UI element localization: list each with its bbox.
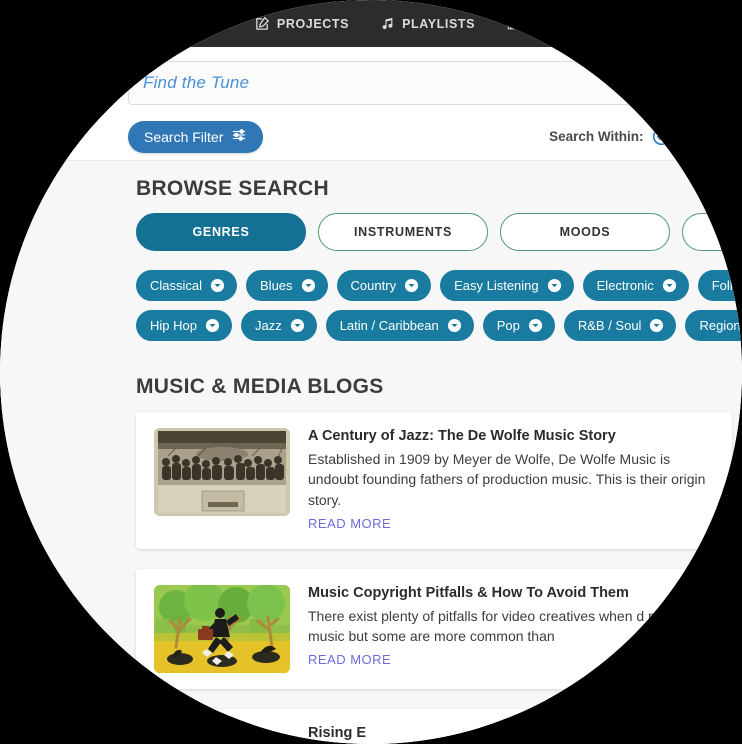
nav-label-playlists: PLAYLISTS <box>402 16 476 31</box>
nav-item-projects[interactable]: PROJECTS <box>239 16 365 31</box>
sliders-icon <box>231 128 247 145</box>
chevron-down-circle-icon <box>210 278 225 293</box>
genre-chip-label: Latin / Caribbean <box>339 318 439 333</box>
chevron-down-circle-icon <box>290 318 305 333</box>
genre-chip-electronic[interactable]: Electronic <box>582 270 689 301</box>
tab-moods[interactable]: MOODS <box>500 213 670 251</box>
search-within-label: Search Within: <box>549 129 644 144</box>
genre-chip-row: Hip Hop Jazz Latin / Caribbean Pop R&B /… <box>136 310 742 341</box>
chevron-down-circle-icon <box>404 278 419 293</box>
check-circle-icon[interactable] <box>652 127 671 146</box>
chevron-down-circle-icon <box>301 278 316 293</box>
genre-chip-regions[interactable]: Regions <box>685 310 742 341</box>
nav-item-playlists[interactable]: PLAYLISTS <box>365 16 491 31</box>
genre-chip-country[interactable]: Country <box>336 270 432 301</box>
nav-item-film[interactable]: FI <box>491 17 556 31</box>
film-strip-icon <box>507 17 521 31</box>
blog-body: Music Copyright Pitfalls & How To Avoid … <box>308 585 714 673</box>
genre-chip-label: Regions <box>699 318 742 333</box>
genre-chip-hip-hop[interactable]: Hip Hop <box>136 310 232 341</box>
tab-instruments[interactable]: INSTRUMENTS <box>318 213 488 251</box>
search-placeholder-text: Find the Tune <box>143 73 250 92</box>
read-more-link[interactable]: READ MORE <box>308 516 391 531</box>
genre-chip-rows: Classical Blues Country Easy Listening E… <box>136 270 742 341</box>
search-input[interactable]: Find the Tune <box>128 61 720 105</box>
search-filter-button[interactable]: Search Filter <box>128 120 264 153</box>
genre-chip-pop[interactable]: Pop <box>482 310 555 341</box>
genre-chip-latin-caribbean[interactable]: Latin / Caribbean <box>325 310 474 341</box>
genre-chip-label: Blues <box>260 278 293 293</box>
genre-chip-folk-world-traditional[interactable]: Folk / World / Traditional <box>697 270 742 301</box>
blog-title: A Century of Jazz: The De Wolfe Music St… <box>308 428 616 444</box>
blog-body: A Century of Jazz: The De Wolfe Music St… <box>308 428 714 533</box>
blog-title: Rising E <box>308 724 367 741</box>
genre-chip-easy-listening[interactable]: Easy Listening <box>440 270 574 301</box>
browse-search-heading: BROWSE SEARCH <box>136 177 329 200</box>
nav-label-film: FI <box>528 16 541 31</box>
genre-chip-label: Classical <box>150 278 203 293</box>
genre-chip-label: Electronic <box>596 278 654 293</box>
tab-genres[interactable]: GENRES <box>136 213 306 251</box>
blog-description: Established in 1909 by Meyer de Wolfe, D… <box>308 451 706 508</box>
chevron-down-circle-icon <box>649 318 664 333</box>
blog-thumbnail-placeholder <box>154 725 290 741</box>
blog-title: Music Copyright Pitfalls & How To Avoid … <box>308 584 629 601</box>
tab-instruments-label: INSTRUMENTS <box>354 225 452 239</box>
browse-tab-list: GENRES INSTRUMENTS MOODS PROD <box>136 213 742 251</box>
blog-card[interactable]: Rising E <box>136 708 732 744</box>
nav-label-projects: PROJECTS <box>276 16 350 31</box>
music-note-icon <box>381 16 395 31</box>
genre-chip-classical[interactable]: Classical <box>136 270 238 301</box>
tab-moods-label: MOODS <box>559 225 611 239</box>
genre-chip-rnb-soul[interactable]: R&B / Soul <box>563 310 677 341</box>
search-filter-label: Search Filter <box>144 128 224 145</box>
main-content: BROWSE SEARCH GENRES INSTRUMENTS MOODS P… <box>0 161 742 744</box>
nav-partial-left[interactable]: ⌃ <box>228 16 239 32</box>
genre-chip-label: Easy Listening <box>454 278 539 293</box>
circular-vignette-mask: ⌃ PROJECTS PLAYLISTS FI Find the Tune Se… <box>0 0 742 744</box>
tab-genres-label: GENRES <box>192 225 250 239</box>
chevron-down-circle-icon <box>662 278 677 293</box>
genre-chip-blues[interactable]: Blues <box>246 270 328 301</box>
music-media-blogs-heading: MUSIC & MEDIA BLOGS <box>136 375 384 398</box>
genre-chip-label: Country <box>350 278 397 293</box>
genre-chip-row: Classical Blues Country Easy Listening E… <box>136 270 742 301</box>
top-navbar: ⌃ PROJECTS PLAYLISTS FI <box>0 0 742 47</box>
search-bar-region: Find the Tune <box>0 47 742 105</box>
genre-chip-label: Hip Hop <box>150 318 197 333</box>
read-more-link[interactable]: READ MORE <box>308 652 391 667</box>
tab-production[interactable]: PROD <box>682 213 742 251</box>
blog-description: There exist plenty of pitfalls for video… <box>308 607 707 645</box>
genre-chip-label: R&B / Soul <box>577 318 642 333</box>
blog-body: Rising E <box>308 725 714 741</box>
genre-chip-label: Jazz <box>254 318 282 333</box>
chevron-down-circle-icon <box>447 318 462 333</box>
chevron-down-circle-icon <box>205 318 220 333</box>
genre-chip-jazz[interactable]: Jazz <box>240 310 317 341</box>
genre-chip-label: Pop <box>496 318 520 333</box>
page-root: ⌃ PROJECTS PLAYLISTS FI Find the Tune Se… <box>0 0 742 744</box>
filter-toolbar: Search Filter Search Within: Track tit <box>0 113 742 161</box>
chevron-down-circle-icon <box>528 318 543 333</box>
search-within-option-label[interactable]: Track tit <box>680 129 728 144</box>
genre-chip-label: Folk / World / Traditional <box>711 278 742 293</box>
chevron-down-circle-icon <box>547 278 562 293</box>
blog-card[interactable]: Music Copyright Pitfalls & How To Avoid … <box>136 568 732 689</box>
search-within-group: Search Within: Track tit <box>549 127 732 146</box>
blog-card[interactable]: A Century of Jazz: The De Wolfe Music St… <box>136 412 732 549</box>
blog-thumbnail-vintage-orchestra <box>154 428 290 516</box>
blog-thumbnail-copyright-pitfalls <box>154 584 290 673</box>
edit-square-icon <box>255 16 270 31</box>
